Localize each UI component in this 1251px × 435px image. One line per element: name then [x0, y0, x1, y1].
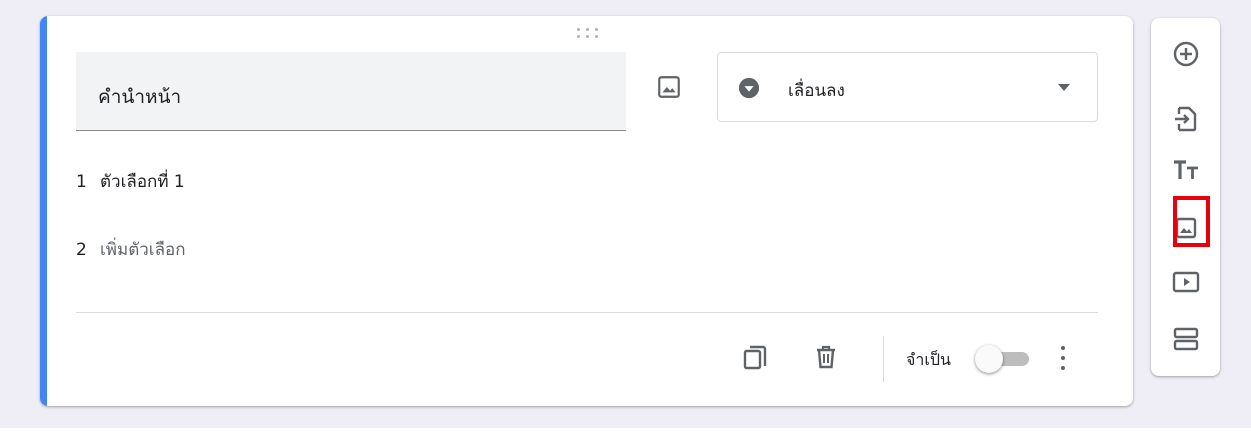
question-title-input[interactable]: คำนำหน้า — [76, 52, 626, 131]
add-image-to-question-icon[interactable] — [656, 74, 682, 100]
add-title-icon[interactable] — [1171, 155, 1201, 185]
footer-divider — [76, 312, 1098, 313]
question-card[interactable]: คำนำหน้า เลื่อนลง 1 ตัวเลือกที่ 1 2 เพิ่มต… — [40, 16, 1133, 406]
question-type-label: เลื่อนลง — [788, 81, 845, 101]
option-label: ตัวเลือกที่ 1 — [100, 172, 185, 192]
import-questions-icon[interactable] — [1171, 104, 1201, 134]
add-question-icon[interactable] — [1171, 39, 1201, 69]
required-toggle[interactable] — [975, 343, 1035, 375]
required-label: จำเป็น — [906, 350, 951, 369]
toggle-knob — [975, 345, 1003, 373]
question-title-text: คำนำหน้า — [98, 86, 182, 108]
page-bottom-strip — [0, 428, 1251, 435]
delete-icon[interactable] — [811, 342, 841, 372]
footer-separator — [883, 336, 884, 382]
add-option-label[interactable]: เพิ่มตัวเลือก — [100, 240, 186, 260]
add-option-item[interactable]: 2 เพิ่มตัวเลือก — [76, 236, 186, 263]
add-video-icon[interactable] — [1171, 267, 1201, 297]
option-item[interactable]: 1 ตัวเลือกที่ 1 — [76, 168, 185, 195]
drag-handle-icon[interactable] — [577, 28, 599, 42]
duplicate-icon[interactable] — [741, 342, 771, 372]
option-number: 1 — [76, 172, 87, 192]
add-section-icon[interactable] — [1171, 324, 1201, 354]
active-card-indicator — [40, 16, 47, 406]
more-options-icon[interactable] — [1053, 343, 1073, 373]
option-number: 2 — [76, 240, 87, 260]
chevron-down-icon — [1058, 84, 1070, 91]
question-type-dropdown[interactable]: เลื่อนลง — [717, 52, 1098, 122]
dropdown-type-icon — [738, 77, 760, 99]
highlight-box — [1173, 196, 1210, 247]
